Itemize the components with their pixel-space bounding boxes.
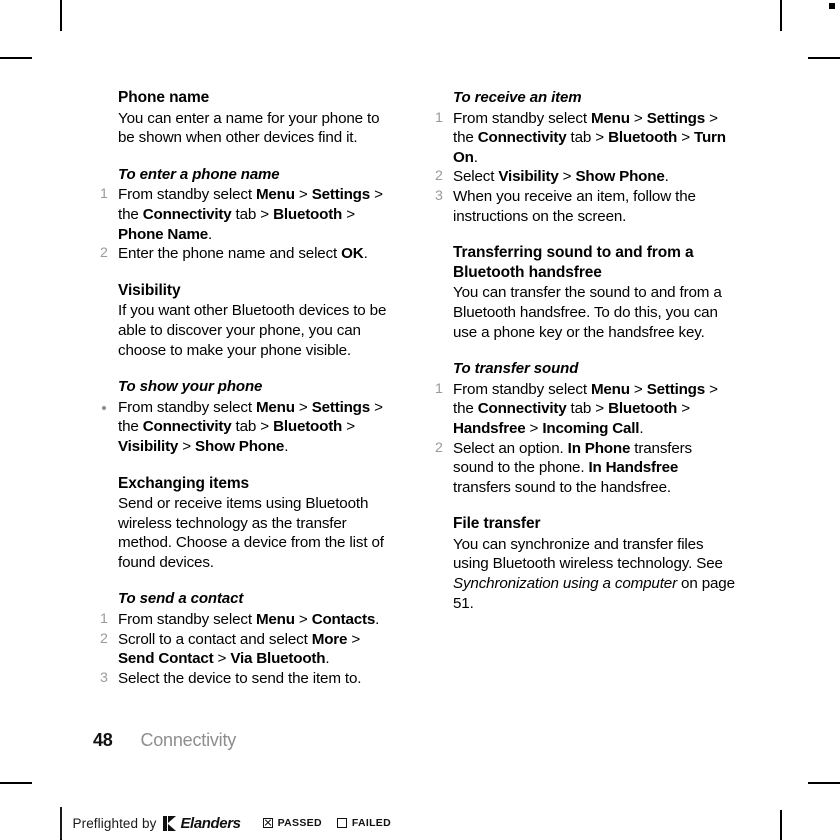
list-item: 2 Enter the phone name and select OK. xyxy=(100,244,400,264)
step-text: From standby select Menu > Contacts. xyxy=(118,611,380,629)
list-item: 3 Select the device to send the item to. xyxy=(100,669,400,689)
bullet-icon xyxy=(102,405,106,410)
list-item: 2 Select an option. In Phone transfers so… xyxy=(435,439,735,498)
preflight-passed-label: PASSED xyxy=(277,817,322,829)
step-number: 2 xyxy=(435,168,443,185)
heading-to-enter-a-phone-name: To enter a phone name xyxy=(118,165,280,183)
body-phone-name: You can enter a name for your phone to b… xyxy=(118,109,380,147)
list-item: 2 Scroll to a contact and select More > S… xyxy=(100,630,400,669)
steps-to-enter-a-phone-name: 1 From standby select Menu > Settings > t… xyxy=(100,185,400,263)
body-transferring-sound: You can transfer the sound to and from a… xyxy=(453,284,722,341)
list-item: 1 From standby select Menu > Contacts. xyxy=(100,610,400,630)
step-text: From standby select Menu > Settings > th… xyxy=(118,186,383,243)
heading-visibility: Visibility xyxy=(118,281,181,299)
step-number: 2 xyxy=(100,245,108,262)
steps-to-send-a-contact: 1 From standby select Menu > Contacts. 2 Sc… xyxy=(100,610,400,688)
steps-to-transfer-sound: 1 From standby select Menu > Settings > t… xyxy=(435,380,735,498)
elanders-wordmark: Elanders xyxy=(180,814,241,832)
heading-to-transfer-sound: To transfer sound xyxy=(453,360,579,378)
list-item: From standby select Menu > Settings > th… xyxy=(100,398,400,457)
step-text: When you receive an item, follow the ins… xyxy=(453,187,696,225)
elanders-mark-icon xyxy=(163,815,177,831)
step-text: Scroll to a contact and select More > Se… xyxy=(118,630,361,668)
preflight-passed: PASSED xyxy=(262,817,322,829)
preflight-bar: Preflighted by Elanders PASSED FAILED xyxy=(60,806,406,840)
step-text: From standby select Menu > Settings > th… xyxy=(453,380,718,437)
step-number: 3 xyxy=(435,187,443,204)
heading-transferring-sound: Transferring sound to and from a Bluetoo… xyxy=(453,244,694,281)
preflight-divider xyxy=(60,807,62,839)
steps-to-receive-an-item: 1 From standby select Menu > Settings > t… xyxy=(435,109,735,227)
preflight-label: Preflighted by xyxy=(72,815,157,831)
preflight-failed: FAILED xyxy=(336,817,391,829)
section-label: Connectivity xyxy=(140,730,237,750)
heading-to-show-your-phone: To show your phone xyxy=(118,378,263,396)
body-exchanging-items: Send or receive items using Bluetooth wi… xyxy=(118,495,384,571)
heading-to-receive-an-item: To receive an item xyxy=(453,89,582,106)
step-number: 1 xyxy=(435,380,443,397)
step-text: From standby select Menu > Settings > th… xyxy=(453,109,726,166)
step-number: 2 xyxy=(100,630,108,647)
step-number: 2 xyxy=(435,439,443,456)
step-number: 3 xyxy=(100,669,108,686)
heading-phone-name: Phone name xyxy=(118,89,210,106)
right-column: To receive an item 1 From standby select … xyxy=(435,88,735,613)
checkbox-unchecked-icon xyxy=(336,818,347,828)
preflight-failed-label: FAILED xyxy=(351,817,391,829)
heading-to-send-a-contact: To send a contact xyxy=(118,590,244,608)
list-item: 1 From standby select Menu > Settings > t… xyxy=(100,185,400,244)
step-text: Enter the phone name and select OK. xyxy=(118,245,368,263)
list-item: 3 When you receive an item, follow the in… xyxy=(435,187,735,226)
list-item: 1 From standby select Menu > Settings > t… xyxy=(435,380,735,439)
step-text: Select Visibility > Show Phone. xyxy=(453,168,669,186)
step-number: 1 xyxy=(100,611,108,628)
elanders-logo: Elanders xyxy=(163,814,241,832)
list-item: 2 Select Visibility > Show Phone. xyxy=(435,167,735,187)
list-item: 1 From standby select Menu > Settings > t… xyxy=(435,109,735,168)
step-text: Select an option. In Phone transfers sou… xyxy=(453,439,693,496)
step-text: From standby select Menu > Settings > th… xyxy=(118,398,383,455)
page-number: 48 xyxy=(93,730,113,750)
manual-page: Phone name You can enter a name for your… xyxy=(0,0,840,840)
heading-file-transfer: File transfer xyxy=(453,515,541,533)
preflight-status-group: PASSED FAILED xyxy=(262,817,406,829)
body-visibility: If you want other Bluetooth devices to b… xyxy=(118,302,387,359)
left-column: Phone name You can enter a name for your… xyxy=(100,88,400,688)
body-file-transfer: You can synchronize and transfer files u… xyxy=(453,535,735,612)
heading-exchanging-items: Exchanging items xyxy=(118,474,250,492)
page-footer: 48 Connectivity xyxy=(93,729,236,751)
checkbox-checked-icon xyxy=(262,818,273,828)
step-number: 1 xyxy=(435,109,443,126)
steps-to-show-your-phone: From standby select Menu > Settings > th… xyxy=(100,398,400,457)
step-number: 1 xyxy=(100,186,108,203)
step-text: Select the device to send the item to. xyxy=(118,669,362,687)
